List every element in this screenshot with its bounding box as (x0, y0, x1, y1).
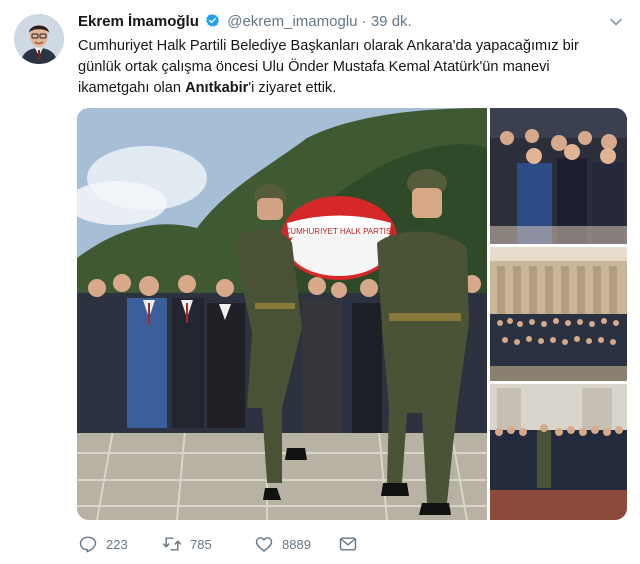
tweet-text-part2: 'i ziyaret ettik. (248, 80, 337, 96)
media-photos: CUMHURIYET HALK PARTISI (77, 108, 627, 520)
retweet-count: 785 (190, 536, 212, 552)
heart-icon (255, 537, 273, 552)
like-button[interactable]: 8889 (254, 533, 311, 555)
retweet-icon (162, 537, 182, 551)
tweet-text: Cumhuriyet Halk Partili Belediye Başkanl… (78, 36, 608, 99)
direct-message-button[interactable] (338, 533, 358, 555)
like-count: 8889 (282, 536, 311, 552)
envelope-icon (339, 537, 357, 551)
reply-button[interactable]: 223 (78, 533, 128, 555)
photo-top-right[interactable] (490, 108, 627, 244)
author-name[interactable]: Ekrem İmamoğlu (78, 13, 199, 30)
photo-middle-right[interactable] (490, 247, 627, 381)
retweet-button[interactable]: 785 (162, 533, 212, 555)
avatar[interactable] (14, 14, 64, 64)
media-grid[interactable]: CUMHURIYET HALK PARTISI (77, 108, 627, 520)
tweet-text-bold: Anıtkabir (185, 80, 249, 96)
chevron-down-icon[interactable] (608, 14, 624, 30)
reply-icon (79, 536, 97, 553)
tweet-header: Ekrem İmamoğlu @ekrem_imamoglu · 39 dk. (78, 12, 412, 32)
reply-count: 223 (106, 536, 128, 552)
tweet-actions: 223 785 8889 (78, 533, 618, 555)
avatar-photo (14, 14, 64, 64)
verified-badge-icon (205, 13, 220, 27)
timestamp[interactable]: 39 dk. (371, 13, 412, 30)
photo-bottom-right[interactable] (490, 384, 627, 520)
author-handle[interactable]: @ekrem_imamoglu (227, 13, 357, 30)
wreath-label: CUMHURIYET HALK PARTISI (285, 227, 394, 236)
main-photo[interactable]: CUMHURIYET HALK PARTISI (77, 108, 487, 520)
separator-dot: · (361, 13, 367, 30)
